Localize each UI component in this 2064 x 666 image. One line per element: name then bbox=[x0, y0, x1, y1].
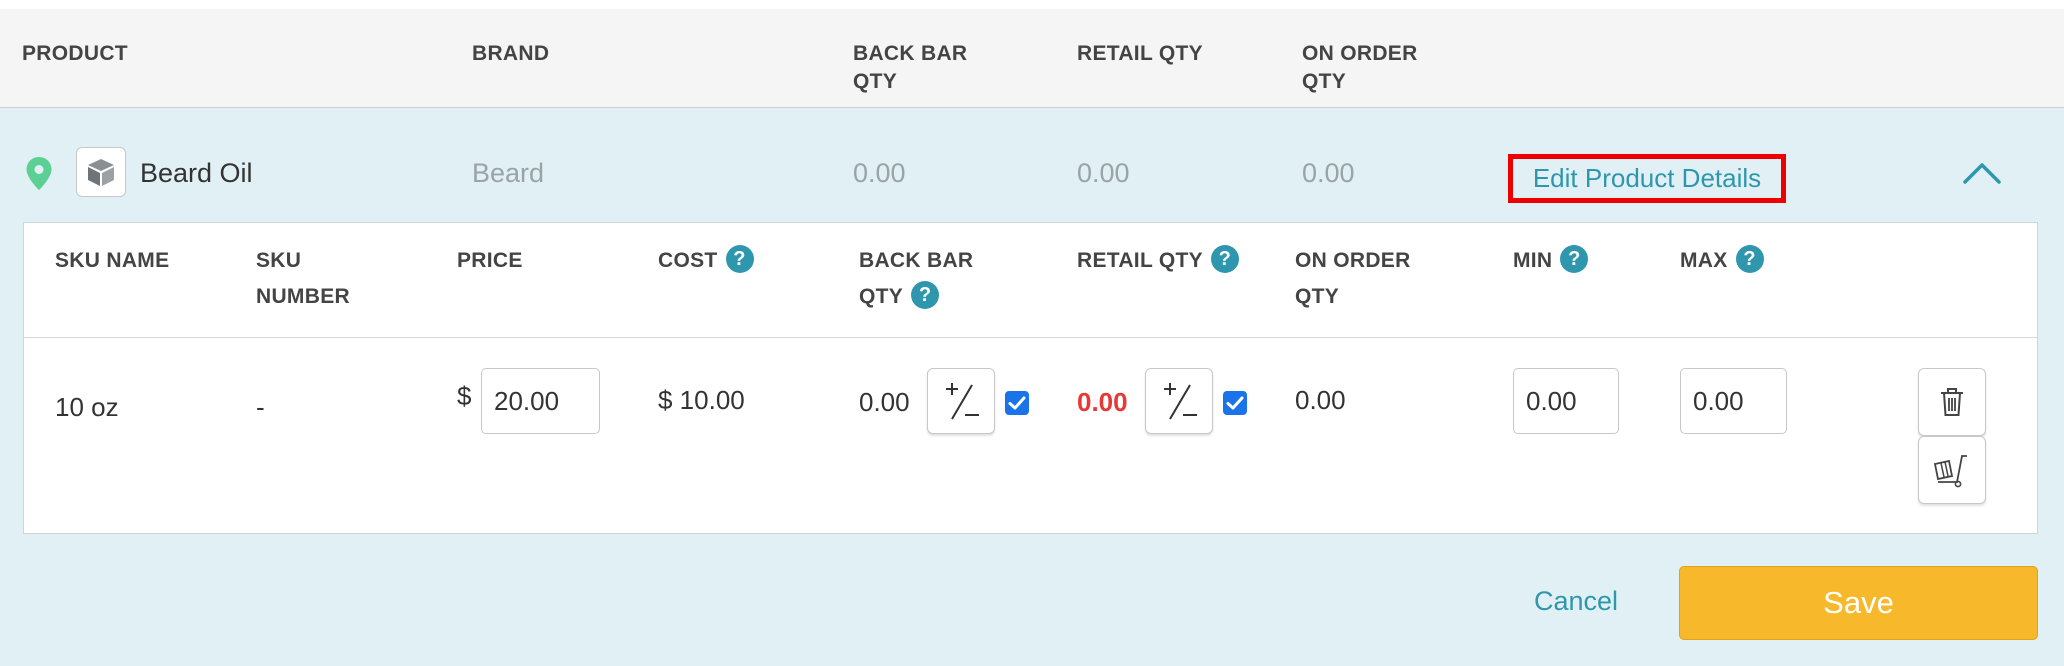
max-input[interactable]: 0.00 bbox=[1680, 368, 1787, 434]
product-retail-qty: 0.00 bbox=[1077, 158, 1130, 188]
sku-col-header-on-order-qty-line1: ON ORDER bbox=[1295, 249, 1411, 272]
retail-qty-value: 0.00 bbox=[1077, 387, 1128, 417]
help-icon[interactable]: ? bbox=[1560, 245, 1589, 274]
col-header-back-bar-qty: BACK BAR QTY bbox=[853, 40, 967, 96]
save-button[interactable]: Save bbox=[1679, 566, 2038, 640]
sku-col-header-on-order-qty-line2: QTY bbox=[1295, 285, 1340, 308]
sku-table-header: SKU NAME SKU NUMBER PRICE COST? BACK BAR… bbox=[24, 223, 2037, 338]
product-brand: Beard bbox=[472, 158, 545, 188]
sku-col-header-min: MIN? bbox=[1513, 243, 1589, 279]
col-header-on-order-qty-line2: QTY bbox=[1302, 70, 1347, 93]
product-back-bar-qty: 0.00 bbox=[853, 158, 906, 188]
sku-col-header-cost: COST? bbox=[658, 243, 754, 279]
sku-col-header-retail-qty: RETAIL QTY? bbox=[1077, 243, 1239, 279]
min-input[interactable]: 0.00 bbox=[1513, 368, 1619, 434]
sku-number: - bbox=[256, 392, 265, 422]
sku-cost: $ 10.00 bbox=[658, 385, 745, 415]
help-icon[interactable]: ? bbox=[911, 281, 940, 310]
col-header-back-bar-qty-line2: QTY bbox=[853, 70, 898, 93]
col-header-on-order-qty-line1: ON ORDER bbox=[1302, 42, 1418, 65]
cancel-button[interactable]: Cancel bbox=[1534, 585, 1618, 617]
sku-col-header-max-label: MAX bbox=[1680, 249, 1728, 272]
back-bar-checkbox[interactable] bbox=[1005, 391, 1029, 415]
help-icon[interactable]: ? bbox=[1210, 245, 1239, 274]
help-icon[interactable]: ? bbox=[725, 245, 754, 274]
plus-minus-icon bbox=[946, 383, 979, 420]
sku-col-header-sku-number: SKU NUMBER bbox=[256, 243, 350, 315]
delete-trash-icon bbox=[1941, 388, 1963, 416]
sku-col-header-sku-number-line1: SKU bbox=[256, 249, 302, 272]
sku-col-header-sku-number-line2: NUMBER bbox=[256, 285, 350, 308]
product-name[interactable]: Beard Oil bbox=[140, 157, 253, 189]
table-header: PRODUCT BRAND BACK BAR QTY RETAIL QTY ON… bbox=[0, 9, 2064, 108]
col-header-back-bar-qty-line1: BACK BAR bbox=[853, 42, 968, 65]
col-header-retail-qty: RETAIL QTY bbox=[1077, 42, 1203, 65]
col-header-on-order-qty: ON ORDER QTY bbox=[1302, 40, 1418, 96]
cart-dolly-icon bbox=[1933, 455, 1967, 488]
back-bar-qty-value: 0.00 bbox=[859, 387, 910, 417]
sku-table: SKU NAME SKU NUMBER PRICE COST? BACK BAR… bbox=[23, 222, 2038, 534]
retail-adjust-button[interactable] bbox=[1145, 368, 1213, 434]
price-currency: $ bbox=[457, 381, 472, 411]
on-order-qty-value: 0.00 bbox=[1295, 385, 1346, 415]
sku-col-header-min-label: MIN bbox=[1513, 249, 1553, 272]
delete-button[interactable] bbox=[1918, 368, 1986, 436]
location-pin-icon bbox=[26, 157, 52, 190]
sku-col-header-sku-name: SKU NAME bbox=[55, 249, 170, 272]
sku-col-header-retail-qty-label: RETAIL QTY bbox=[1077, 249, 1203, 272]
sku-col-header-cost-label: COST bbox=[658, 249, 718, 272]
sku-col-header-back-bar-qty-line2: QTY bbox=[859, 285, 904, 308]
sku-col-header-on-order-qty: ON ORDER QTY bbox=[1295, 243, 1411, 315]
chevron-up-icon[interactable] bbox=[1962, 160, 2002, 186]
col-header-brand: BRAND bbox=[472, 42, 550, 65]
retail-checkbox[interactable] bbox=[1223, 391, 1247, 415]
sku-col-header-back-bar-qty: BACK BAR QTY? bbox=[859, 243, 973, 315]
product-box-icon bbox=[76, 147, 126, 197]
help-icon[interactable]: ? bbox=[1735, 245, 1764, 274]
back-bar-adjust-button[interactable] bbox=[927, 368, 995, 434]
price-input[interactable]: 20.00 bbox=[481, 368, 600, 434]
sku-name: 10 oz bbox=[55, 392, 119, 422]
cart-dolly-button[interactable] bbox=[1918, 436, 1986, 504]
sku-col-header-max: MAX? bbox=[1680, 243, 1764, 279]
edit-product-details-link[interactable]: Edit Product Details bbox=[1508, 154, 1786, 203]
col-header-product: PRODUCT bbox=[22, 42, 128, 65]
product-on-order-qty: 0.00 bbox=[1302, 158, 1355, 188]
sku-col-header-back-bar-qty-line1: BACK BAR bbox=[859, 249, 974, 272]
plus-minus-icon bbox=[1164, 383, 1197, 420]
sku-col-header-price: PRICE bbox=[457, 249, 523, 272]
